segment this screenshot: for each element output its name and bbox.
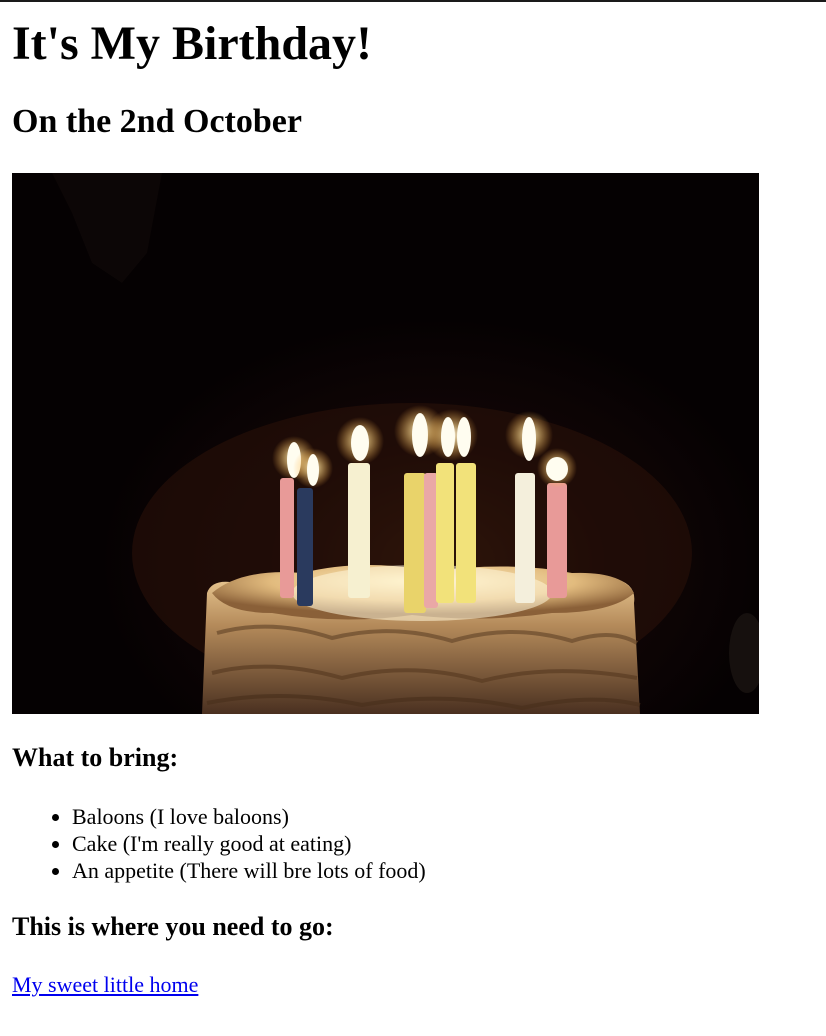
what-to-bring-heading: What to bring: [12,743,179,772]
page-subtitle: On the 2nd October [12,103,302,140]
home-link[interactable]: My sweet little home [12,971,198,999]
page-title: It's My Birthday! [12,17,372,70]
location-heading: This is where you need to go: [12,912,334,941]
birthday-cake-image [12,173,759,714]
list-item: An appetite (There will bre lots of food… [72,857,426,884]
bring-list: Baloons (I love baloons) Cake (I'm reall… [12,803,426,884]
list-item: Baloons (I love baloons) [72,803,426,830]
list-item: Cake (I'm really good at eating) [72,830,426,857]
top-border [0,0,826,2]
